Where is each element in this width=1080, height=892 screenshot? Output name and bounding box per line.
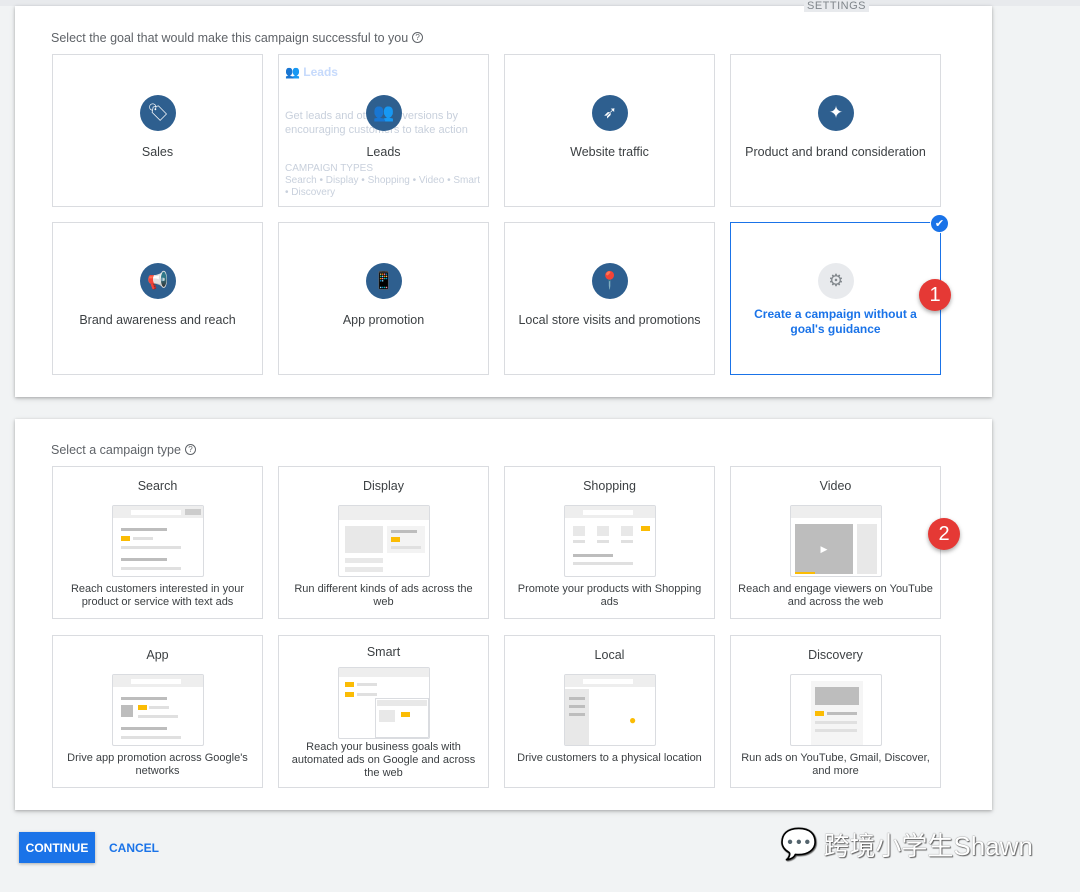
leads-hover-types: Search • Display • Shopping • Video • Sm… xyxy=(285,175,481,198)
goal-label: Create a campaign without a goal's guida… xyxy=(754,307,917,336)
type-title: Local xyxy=(594,648,625,662)
cursor-click-icon: ➶ xyxy=(592,95,628,131)
type-title: Smart xyxy=(366,645,401,659)
type-title: Shopping xyxy=(583,479,636,493)
type-title: Display xyxy=(363,479,404,493)
type-card-app[interactable]: App Drive app promotion across Google's … xyxy=(52,635,263,788)
type-card-local[interactable]: Local ● Drive customers to a physical lo… xyxy=(504,635,715,788)
display-illustration xyxy=(338,505,430,577)
search-illustration xyxy=(112,505,204,577)
type-card-shopping[interactable]: Shopping Promote your products with Shop… xyxy=(504,466,715,619)
goal-card-website-traffic[interactable]: ➶ Website traffic xyxy=(504,54,715,207)
annotation-badge-1: 1 xyxy=(919,279,951,311)
wechat-icon: 💬 xyxy=(780,828,818,861)
goal-card-no-guidance[interactable]: ⚙ Create a campaign without a goal's gui… xyxy=(730,214,949,375)
type-card-search[interactable]: Search Reach customers interested in you… xyxy=(52,466,263,619)
gear-icon: ⚙ xyxy=(818,263,854,299)
tag-icon: 🏷 xyxy=(140,95,176,131)
type-description: Drive customers to a physical location xyxy=(517,752,702,764)
type-description: Reach customers interested in your produ… xyxy=(70,583,245,608)
goal-card-local-store[interactable]: 📍 Local store visits and promotions xyxy=(504,222,715,375)
goal-label: Brand awareness and reach xyxy=(79,313,236,327)
goal-label: App promotion xyxy=(342,313,425,327)
goal-panel: Select the goal that would make this cam… xyxy=(15,6,992,397)
location-pin-icon: ● xyxy=(629,713,637,727)
goal-label: Product and brand consideration xyxy=(745,145,926,159)
annotation-badge-2: 2 xyxy=(928,518,960,550)
goal-label: Sales xyxy=(141,145,174,159)
goal-title: Select the goal that would make this cam… xyxy=(51,31,424,45)
type-description: Run different kinds of ads across the we… xyxy=(294,583,473,608)
phone-icon: 📱 xyxy=(366,263,402,299)
cancel-button[interactable]: CANCEL xyxy=(103,832,165,863)
video-illustration: ▶ xyxy=(790,505,882,577)
goal-label: Local store visits and promotions xyxy=(518,313,701,327)
goal-card-brand-awareness[interactable]: 📢 Brand awareness and reach xyxy=(52,222,263,375)
checkmark-icon: ✔ xyxy=(930,214,949,233)
type-card-smart[interactable]: Smart Reach your business goals with aut… xyxy=(278,635,489,788)
type-title: App xyxy=(146,648,169,662)
type-description: Run ads on YouTube, Gmail, Discover, and… xyxy=(741,752,930,777)
leads-hover-types-label: CAMPAIGN TYPES xyxy=(285,163,373,174)
goal-card-sales[interactable]: 🏷 Sales xyxy=(52,54,263,207)
goal-label: Leads xyxy=(366,145,401,159)
type-card-video[interactable]: Video ▶ Reach and engage viewers on YouT… xyxy=(730,466,941,619)
location-pin-icon: 📍 xyxy=(592,263,628,299)
people-icon: 👥 xyxy=(366,95,402,131)
help-icon[interactable]: ? xyxy=(184,444,196,455)
type-card-discovery[interactable]: Discovery Run ads on YouTube, Gmail, Dis… xyxy=(730,635,941,788)
app-illustration xyxy=(112,674,204,746)
download-icon xyxy=(121,705,133,717)
help-icon[interactable]: ? xyxy=(412,32,424,43)
goal-card-app-promotion[interactable]: 📱 App promotion xyxy=(278,222,489,375)
type-description: Reach and engage viewers on YouTube and … xyxy=(738,583,933,608)
goal-card-product-brand[interactable]: ✦ Product and brand consideration xyxy=(730,54,941,207)
settings-label: SETTINGS xyxy=(804,0,870,12)
campaign-type-panel: Select a campaign type? Search Reach cus… xyxy=(15,419,992,810)
local-illustration: ● xyxy=(564,674,656,746)
goal-label: Website traffic xyxy=(570,145,649,159)
discovery-illustration xyxy=(790,674,882,746)
type-description: Promote your products with Shopping ads xyxy=(517,583,702,608)
type-title: Search xyxy=(137,479,178,493)
type-description: Drive app promotion across Google's netw… xyxy=(67,752,248,777)
leads-hover-title: 👥 Leads xyxy=(285,65,338,79)
play-icon: ▶ xyxy=(795,524,853,574)
type-card-display[interactable]: Display Run different kinds of ads acros… xyxy=(278,466,489,619)
type-description: Reach your business goals with automated… xyxy=(291,741,476,779)
campaign-type-title: Select a campaign type? xyxy=(51,443,196,457)
smart-illustration xyxy=(338,667,430,739)
sparkle-icon: ✦ xyxy=(818,95,854,131)
people-icon: 👥 xyxy=(285,65,300,79)
megaphone-icon: 📢 xyxy=(140,263,176,299)
continue-button[interactable]: CONTINUE xyxy=(19,832,95,863)
type-title: Discovery xyxy=(808,648,863,662)
goal-card-leads[interactable]: 👥 Leads Get leads and other conversions … xyxy=(278,54,489,207)
watermark: 💬 跨境小学生Shawn xyxy=(780,828,1033,861)
shopping-illustration xyxy=(564,505,656,577)
type-title: Video xyxy=(819,479,852,493)
